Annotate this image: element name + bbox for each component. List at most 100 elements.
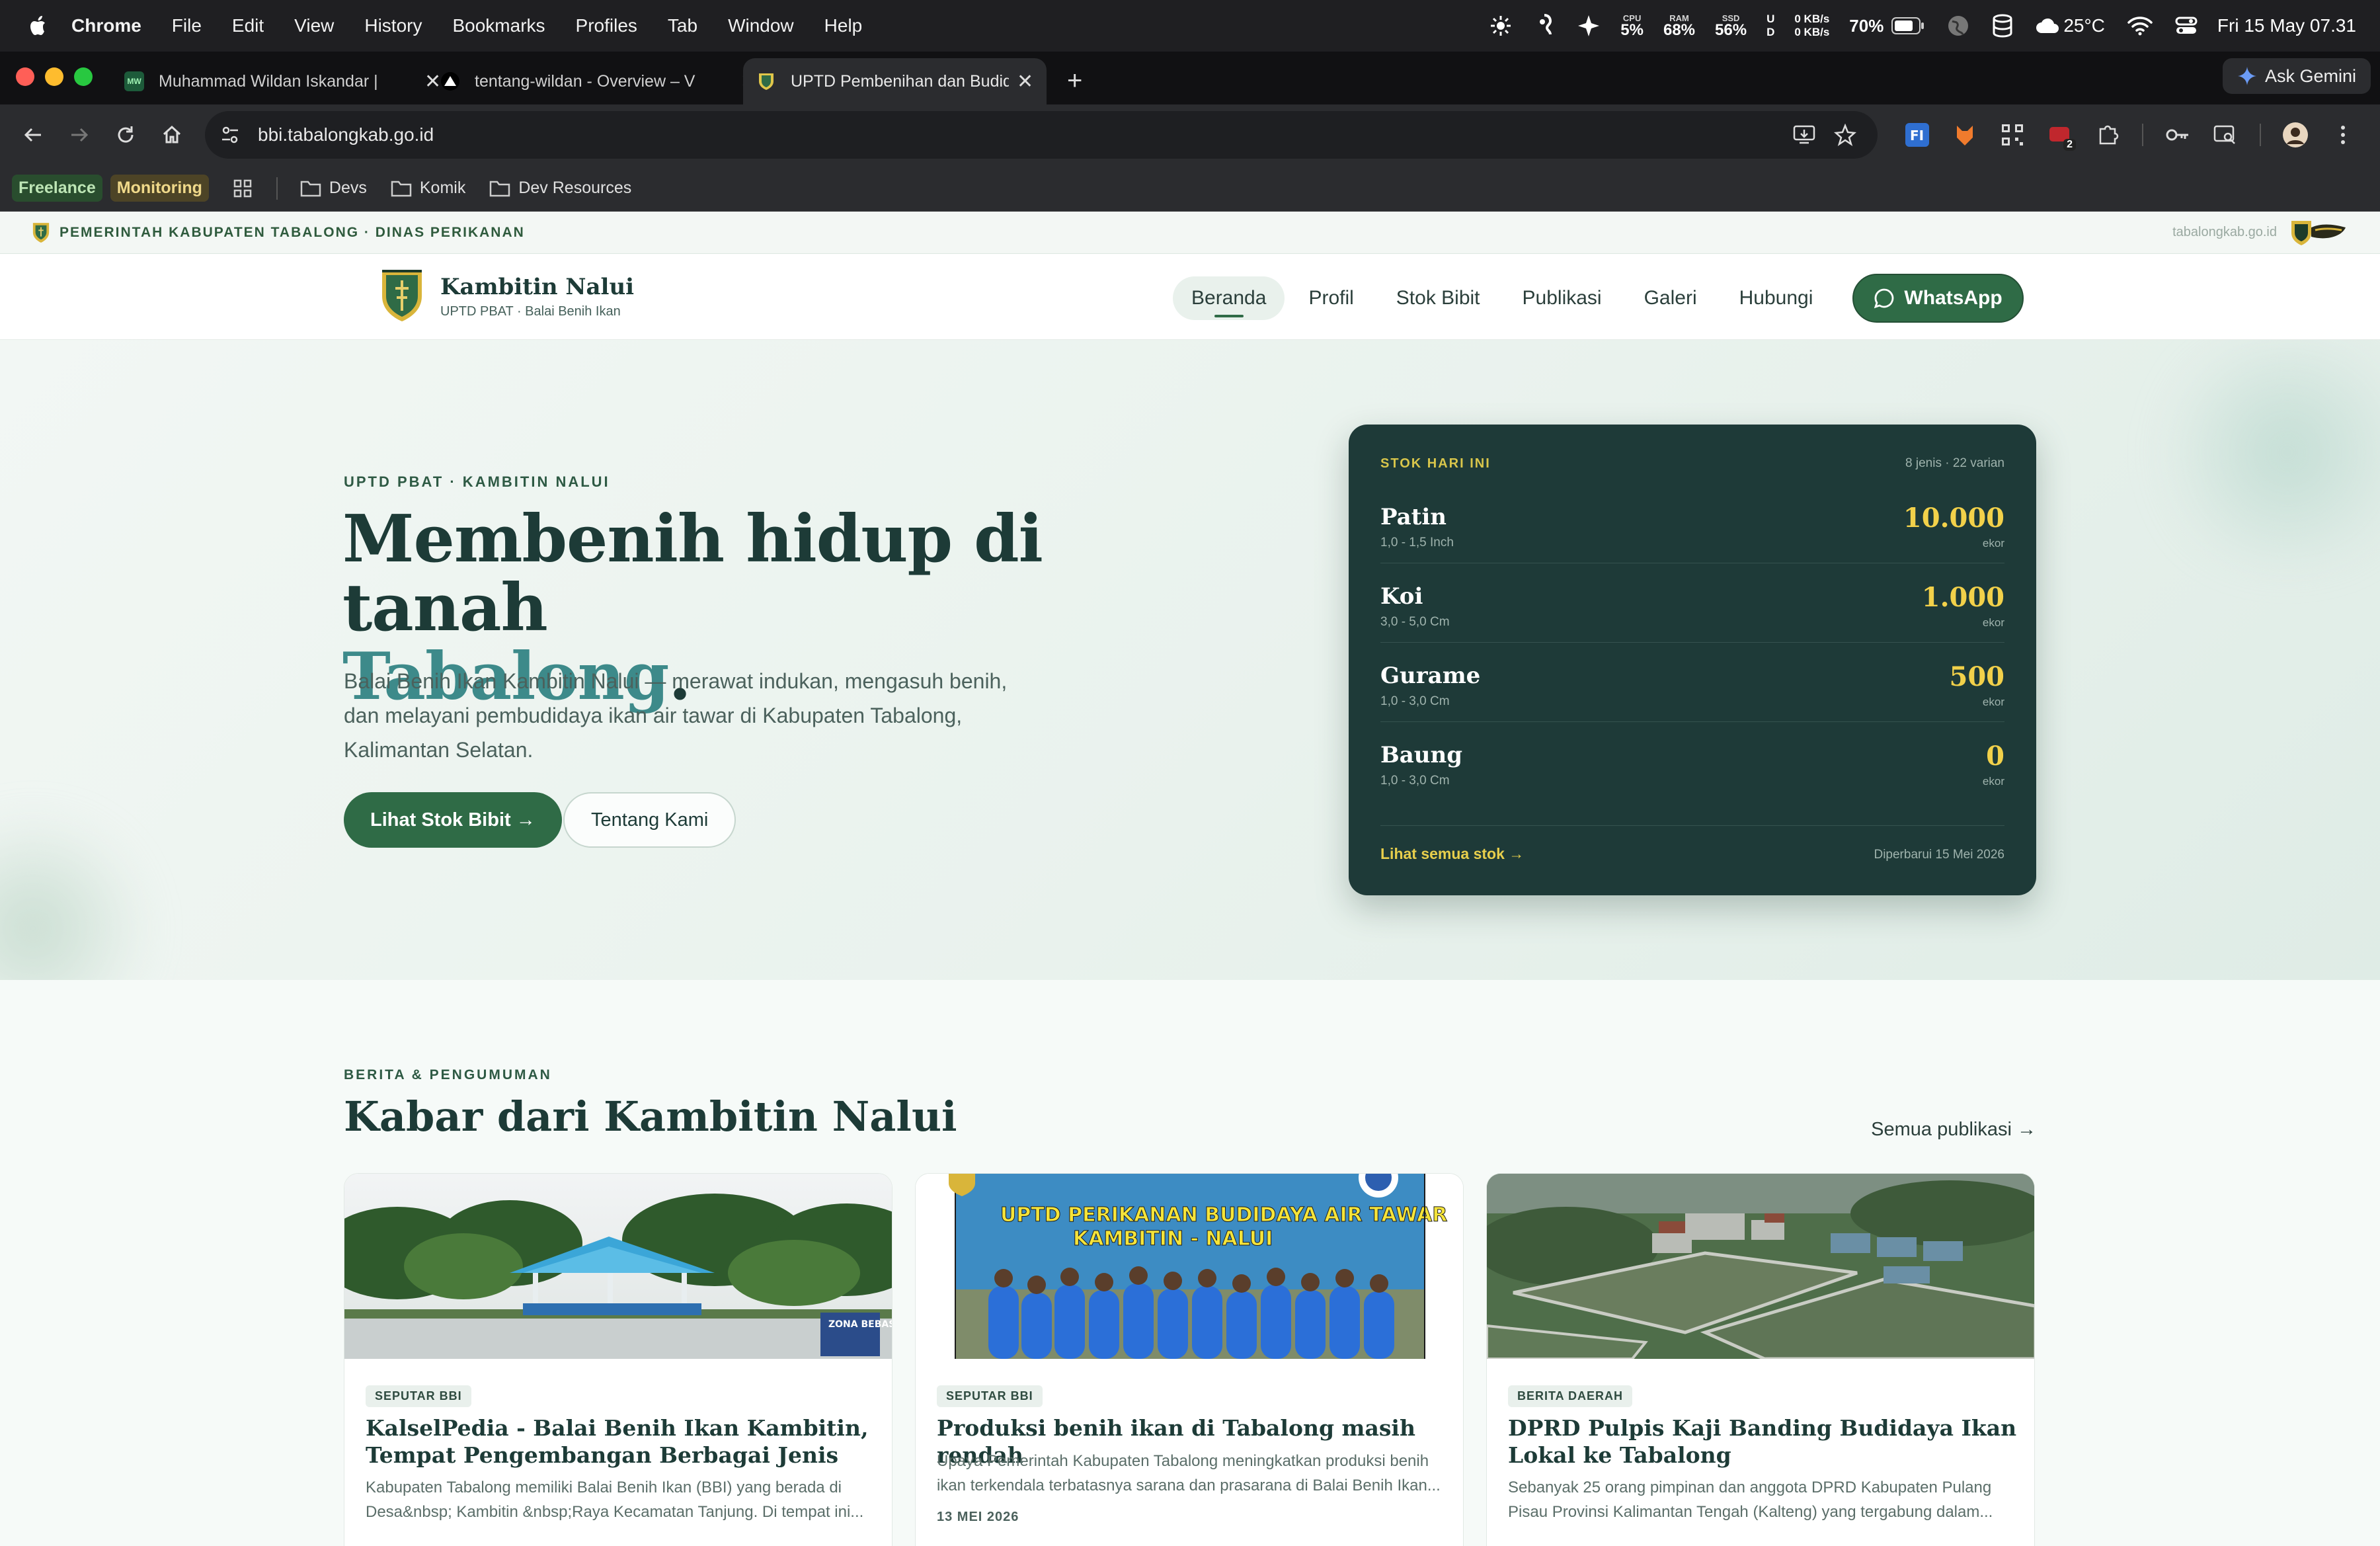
tentang-kami-button[interactable]: Tentang Kami (563, 792, 736, 848)
decorative-blob (2142, 340, 2380, 565)
menu-app-name[interactable]: Chrome (71, 15, 141, 36)
ask-gemini-button[interactable]: Ask Gemini (2222, 58, 2371, 94)
stock-fish-name: Koi (1380, 583, 1423, 610)
tabalong-emblem-logo (2291, 220, 2346, 245)
weather-cloud-icon[interactable] (2036, 17, 2059, 34)
stock-row[interactable]: Baung 1,0 - 3,0 Cm 0 ekor (1380, 722, 2004, 801)
badge-extension-icon[interactable]: 2 (2047, 122, 2076, 151)
fi-extension-icon[interactable]: FI (1904, 122, 1930, 148)
whatsapp-button[interactable]: WhatsApp (1852, 274, 2024, 323)
globe-icon[interactable] (1947, 15, 1969, 37)
bookmark-folder-devs[interactable]: Devs (300, 179, 367, 198)
control-center-icon[interactable] (2175, 16, 2198, 36)
forward-button[interactable] (66, 122, 93, 148)
image-banner-line2: KAMBITIN - NALUI (1073, 1227, 1273, 1250)
qr-extension-icon[interactable] (1999, 122, 2026, 148)
site-brand[interactable]: Kambitin Nalui UPTD PBAT · Balai Benih I… (379, 268, 634, 324)
nav-hubungi[interactable]: Hubungi (1721, 276, 1832, 320)
site-settings-icon[interactable] (219, 124, 241, 145)
stock-fish-size: 1,0 - 3,0 Cm (1380, 694, 1450, 708)
lihat-stok-button[interactable]: Lihat Stok Bibit → (344, 792, 562, 848)
battery-percent: 70% (1849, 15, 1884, 36)
battery-icon[interactable] (1891, 17, 1924, 34)
bookmark-star-icon[interactable] (1834, 124, 1856, 146)
folder-icon (391, 181, 412, 196)
tab-uptd-pembenihan[interactable]: UPTD Pembenihan dan Budid ✕ (743, 58, 1047, 104)
reload-icon (118, 126, 134, 143)
tab-label: UPTD Pembenihan dan Budid (791, 71, 1009, 91)
menu-edit[interactable]: Edit (232, 15, 264, 36)
menu-bookmarks[interactable]: Bookmarks (452, 15, 545, 36)
sparkle-icon[interactable] (1577, 14, 1601, 38)
close-tab-icon[interactable]: ✕ (1017, 70, 1033, 93)
nav-galeri[interactable]: Galeri (1626, 276, 1716, 320)
cpu-status: CPU 5% (1620, 13, 1644, 39)
bookmark-label: Monitoring (110, 175, 209, 202)
stock-row[interactable]: Koi 3,0 - 5,0 Cm 1.000 ekor (1380, 563, 2004, 643)
reload-button[interactable] (112, 122, 139, 148)
menu-tab[interactable]: Tab (668, 15, 697, 36)
tab-muhammad-wildan[interactable]: MW Muhammad Wildan Iskandar | ✕ (111, 58, 454, 104)
back-button[interactable] (20, 122, 46, 148)
nav-stok-bibit[interactable]: Stok Bibit (1378, 276, 1499, 320)
apps-grid-icon[interactable] (233, 179, 253, 198)
ask-gemini-label: Ask Gemini (2264, 65, 2356, 86)
minimize-window-button[interactable] (45, 67, 63, 86)
puzzle-extensions-icon[interactable] (2094, 122, 2121, 148)
news-eyebrow: BERITA & PENGUMUMAN (344, 1067, 552, 1082)
menu-window[interactable]: Window (728, 15, 794, 36)
password-key-icon[interactable] (2164, 122, 2191, 148)
news-card-image-group-photo: UPTD PERIKANAN BUDIDAYA AIR TAWAR KAMBIT… (916, 1174, 1463, 1359)
bookmarks-bar: Freelance Monitoring Devs Komik Dev Reso… (0, 165, 2380, 212)
stock-quantity: 0 (1986, 741, 2004, 772)
install-app-icon[interactable] (1793, 124, 1815, 145)
menu-view[interactable]: View (294, 15, 334, 36)
clock[interactable]: Fri 15 May 07.31 (2217, 15, 2356, 36)
nav-publikasi[interactable]: Publikasi (1504, 276, 1620, 320)
main-navigation: Beranda Profil Stok Bibit Publikasi Gale… (1173, 274, 2024, 323)
news-card-tag: BERITA DAERAH (1508, 1385, 1632, 1407)
fox-extension-icon[interactable] (1952, 122, 1978, 148)
whatsapp-label: WhatsApp (1904, 287, 2003, 309)
stock-row[interactable]: Gurame 1,0 - 3,0 Cm 500 ekor (1380, 643, 2004, 722)
menu-history[interactable]: History (364, 15, 422, 36)
menu-help[interactable]: Help (824, 15, 863, 36)
brightness-icon[interactable] (1489, 15, 1512, 37)
stock-header: STOK HARI INI (1380, 456, 1491, 471)
stock-row[interactable]: Patin 1,0 - 1,5 Inch 10.000 ekor (1380, 484, 2004, 563)
stock-unit: ekor (1982, 616, 2004, 629)
apple-logo-icon[interactable] (25, 13, 52, 39)
database-icon[interactable] (1992, 14, 2013, 38)
menubar-app-icon[interactable] (1534, 13, 1554, 39)
news-card[interactable]: UPTD PERIKANAN BUDIDAYA AIR TAWAR KAMBIT… (915, 1173, 1464, 1546)
chrome-menu-icon[interactable] (2330, 122, 2356, 148)
government-domain-link[interactable]: tabalongkab.go.id (2172, 225, 2277, 240)
bookmark-monitoring[interactable]: Monitoring (110, 175, 209, 202)
zoom-window-button[interactable] (74, 67, 93, 86)
menu-profiles[interactable]: Profiles (576, 15, 637, 36)
kambitin-crest-logo (382, 270, 422, 321)
menu-file[interactable]: File (172, 15, 202, 36)
news-card[interactable]: ZONA BEBAS SAMPAH SEPUTAR BBI KalselPedi… (344, 1173, 892, 1546)
news-card[interactable]: BERITA DAERAH DPRD Pulpis Kaji Banding B… (1486, 1173, 2035, 1546)
news-card-title[interactable]: KalselPedia - Balai Benih Ikan Kambitin,… (366, 1414, 875, 1470)
bookmark-freelance[interactable]: Freelance (12, 175, 102, 202)
close-window-button[interactable] (16, 67, 34, 86)
address-bar[interactable]: bbi.tabalongkab.go.id (205, 111, 1878, 159)
new-tab-button[interactable]: + (1067, 66, 1082, 96)
profile-avatar[interactable] (2282, 122, 2309, 148)
see-all-stock-link[interactable]: Lihat semua stok → (1380, 845, 1524, 863)
url-text[interactable]: bbi.tabalongkab.go.id (258, 124, 434, 145)
tab-tentang-wildan[interactable]: tentang-wildan - Overview – V ✕ (427, 58, 770, 104)
government-label: PEMERINTAH KABUPATEN TABALONG · DINAS PE… (60, 224, 525, 240)
wifi-icon[interactable] (2127, 16, 2153, 36)
bookmark-folder-dev-resources[interactable]: Dev Resources (489, 179, 631, 198)
news-card-image-gazebo: ZONA BEBAS SAMPAH (344, 1174, 892, 1359)
nav-profil[interactable]: Profil (1290, 276, 1372, 320)
news-card-title[interactable]: DPRD Pulpis Kaji Banding Budidaya Ikan L… (1508, 1414, 2017, 1469)
nav-beranda[interactable]: Beranda (1173, 276, 1285, 320)
all-publications-link[interactable]: Semua publikasi → (1871, 1119, 2036, 1141)
search-tab-icon[interactable] (2212, 122, 2239, 148)
bookmark-folder-komik[interactable]: Komik (391, 179, 465, 198)
home-button[interactable] (159, 122, 185, 148)
